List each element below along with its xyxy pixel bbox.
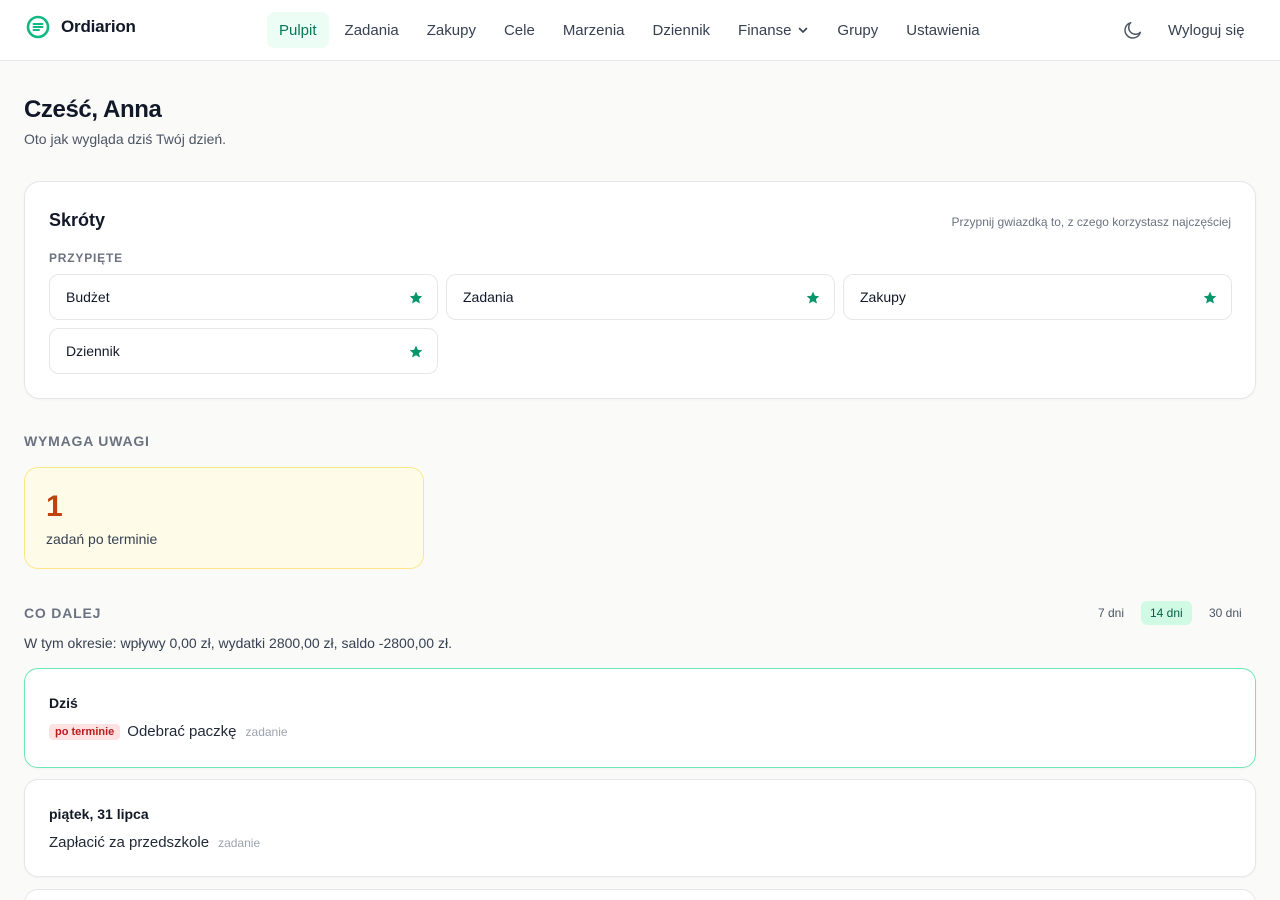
brand[interactable]: Ordiarion [26, 15, 136, 39]
attention-section-title: WYMAGA UWAGI [24, 433, 150, 449]
day-card-friday: piątek, 31 lipca Zapłacić za przedszkole… [24, 779, 1256, 877]
shortcuts-card: Skróty Przypnij gwiazdką to, z czego kor… [24, 181, 1256, 399]
nav-item-zakupy[interactable]: Zakupy [415, 12, 488, 48]
range-30-days[interactable]: 30 dni [1200, 601, 1251, 625]
day-title: Dziś [49, 695, 78, 711]
star-icon[interactable] [1202, 290, 1218, 306]
shortcut-tile-budzet[interactable]: Budżet [49, 274, 438, 320]
item-kind: zadanie [245, 724, 288, 739]
main-nav: Pulpit Zadania Zakupy Cele Marzenia Dzie… [267, 12, 996, 48]
logout-button[interactable]: Wyloguj się [1158, 12, 1255, 48]
shortcuts-hint: Przypnij gwiazdką to, z czego korzystasz… [951, 215, 1231, 229]
overdue-label: zadań po terminie [46, 531, 158, 547]
top-navigation-bar: Ordiarion Pulpit Zadania Zakupy Cele Mar… [0, 0, 1280, 61]
day-card-next [24, 889, 1256, 900]
item-title: Odebrać paczkę [127, 723, 237, 740]
overdue-count: 1 [46, 490, 63, 523]
next-section-title: CO DALEJ [24, 605, 102, 621]
overdue-badge: po terminie [49, 723, 121, 740]
shortcut-label: Zakupy [860, 289, 906, 305]
shortcut-tile-dziennik[interactable]: Dziennik [49, 328, 438, 374]
shortcut-tile-zakupy[interactable]: Zakupy [843, 274, 1232, 320]
nav-item-marzenia[interactable]: Marzenia [551, 12, 637, 48]
shortcut-tile-zadania[interactable]: Zadania [446, 274, 835, 320]
star-icon[interactable] [805, 290, 821, 306]
item-kind: zadanie [218, 835, 261, 850]
nav-item-cele[interactable]: Cele [492, 12, 547, 48]
theme-toggle-button[interactable] [1122, 19, 1144, 41]
list-item[interactable]: Zapłacić za przedszkole zadanie [49, 834, 260, 851]
chevron-down-icon [799, 27, 808, 33]
nav-item-pulpit[interactable]: Pulpit [267, 12, 329, 48]
moon-icon [1124, 21, 1142, 39]
overdue-tasks-card[interactable]: 1 zadań po terminie [24, 467, 424, 569]
period-summary: W tym okresie: wpływy 0,00 zł, wydatki 2… [24, 635, 452, 651]
range-7-days[interactable]: 7 dni [1089, 601, 1133, 625]
list-item[interactable]: po terminie Odebrać paczkę zadanie [49, 723, 288, 740]
pinned-section-label: PRZYPIĘTE [49, 251, 123, 265]
nav-item-finanse[interactable]: Finanse [726, 12, 821, 48]
page-subtitle: Oto jak wygląda dziś Twój dzień. [24, 131, 227, 147]
star-icon[interactable] [408, 344, 424, 360]
nav-item-dziennik[interactable]: Dziennik [641, 12, 723, 48]
shortcut-label: Dziennik [66, 343, 120, 359]
nav-item-zadania[interactable]: Zadania [333, 12, 411, 48]
day-card-today: Dziś po terminie Odebrać paczkę zadanie [24, 668, 1256, 768]
star-icon[interactable] [408, 290, 424, 306]
shortcut-label: Budżet [66, 289, 110, 305]
nav-item-finanse-label: Finanse [738, 21, 792, 39]
shortcut-label: Zadania [463, 289, 514, 305]
item-title: Zapłacić za przedszkole [49, 834, 210, 851]
range-14-days[interactable]: 14 dni [1141, 601, 1192, 625]
page-title: Cześć, Anna [24, 96, 162, 123]
app-logo-icon [26, 15, 50, 39]
day-title: piątek, 31 lipca [49, 806, 149, 822]
nav-item-grupy[interactable]: Grupy [825, 12, 890, 48]
app-name: Ordiarion [61, 17, 136, 36]
shortcuts-title: Skróty [49, 210, 106, 230]
nav-item-ustawienia[interactable]: Ustawienia [894, 12, 991, 48]
